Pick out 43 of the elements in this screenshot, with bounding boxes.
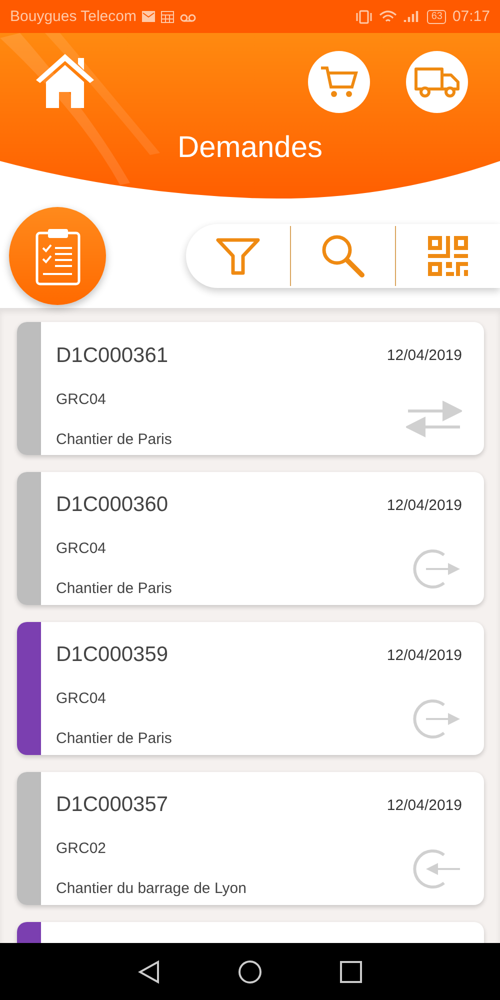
request-date: 12/04/2019 — [386, 796, 462, 814]
wifi-icon — [379, 10, 398, 24]
clock-time: 07:17 — [452, 8, 490, 25]
request-card[interactable]: D1C000359 12/04/2019 GRC04 Chantier de Paris — [17, 622, 484, 755]
site-name: Chantier du barrage de Lyon — [56, 880, 248, 898]
request-date: 12/04/2019 — [386, 646, 462, 664]
recents-button[interactable] — [340, 960, 362, 982]
back-icon — [138, 960, 160, 984]
qr-code-icon — [427, 234, 469, 276]
request-card[interactable]: D1C000361 12/04/2019 GRC04 Chantier de Paris — [17, 322, 484, 455]
request-code: D1C000361 — [56, 344, 170, 368]
cart-icon — [320, 65, 358, 99]
battery-level: 63 — [427, 10, 446, 24]
request-code: D1C000357 — [56, 793, 170, 818]
home-nav-button[interactable] — [238, 960, 262, 984]
group-code: GRC04 — [56, 390, 108, 408]
carrier-name: Bouygues Telecom — [10, 8, 136, 25]
search-icon — [320, 232, 366, 278]
request-code: D1C000359 — [56, 643, 170, 668]
site-name: Chantier de Paris — [56, 730, 173, 748]
circle-icon — [238, 960, 262, 984]
transfer-arrows-icon — [406, 399, 462, 439]
square-icon — [340, 960, 362, 982]
filter-icon — [215, 236, 261, 276]
request-date: 12/04/2019 — [386, 347, 462, 364]
group-code: GRC04 — [56, 690, 108, 707]
truck-icon — [414, 66, 460, 98]
site-name: Chantier de Paris — [56, 580, 173, 598]
request-code: D1C000360 — [56, 493, 170, 518]
group-code: GRC04 — [56, 540, 108, 557]
request-card[interactable]: D1C000357 12/04/2019 GRC02 Chantier du barrage de Lyon — [17, 772, 484, 905]
page-title: Demandes — [176, 131, 324, 165]
voicemail-icon — [180, 12, 196, 22]
back-button[interactable] — [138, 960, 160, 984]
vibrate-icon — [355, 10, 374, 24]
group-code: GRC02 — [56, 840, 108, 857]
request-date: 12/04/2019 — [386, 496, 462, 514]
home-icon — [34, 52, 96, 110]
request-card[interactable]: D1C000360 12/04/2019 GRC04 Chantier de Paris — [17, 472, 484, 605]
site-name: Chantier de Paris — [56, 430, 173, 448]
requests-button[interactable] — [9, 206, 106, 304]
calendar-icon — [161, 10, 174, 22]
mail-icon — [142, 11, 156, 22]
